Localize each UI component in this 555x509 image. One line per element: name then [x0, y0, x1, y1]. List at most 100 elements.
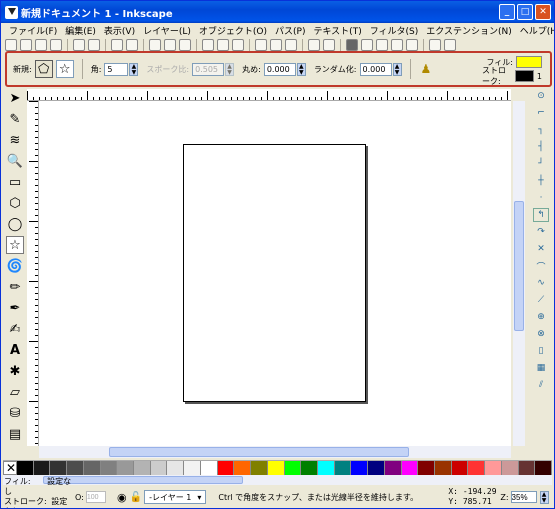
- snap-enable-icon[interactable]: ⌐: [533, 106, 549, 120]
- export-icon[interactable]: [88, 39, 100, 51]
- menu-item-1[interactable]: 編集(E): [61, 24, 100, 37]
- corners-input[interactable]: [104, 62, 129, 76]
- snap-center-icon[interactable]: ⊕: [533, 310, 549, 324]
- opacity-input[interactable]: [85, 491, 106, 503]
- new-document-icon[interactable]: [5, 39, 17, 51]
- xml-editor-icon[interactable]: [391, 39, 403, 51]
- selector-tool-icon[interactable]: ➤: [6, 89, 24, 107]
- title-bar[interactable]: 新規ドキュメント 1 - Inkscape _ □ ✕: [1, 1, 554, 23]
- star-mode-toggle[interactable]: ☆: [55, 60, 74, 78]
- palette-swatch[interactable]: [83, 461, 101, 475]
- zoom-page-icon[interactable]: [232, 39, 244, 51]
- menu-item-0[interactable]: ファイル(F): [5, 24, 61, 37]
- menu-item-3[interactable]: レイヤー(L): [139, 24, 195, 37]
- minimize-button[interactable]: _: [499, 4, 515, 20]
- corners-spinner[interactable]: ▲ ▼: [129, 62, 139, 76]
- snap-bbox-icon[interactable]: ┐: [533, 123, 549, 137]
- menu-item-7[interactable]: フィルタ(S): [366, 24, 423, 37]
- star-tool-icon[interactable]: ☆: [6, 236, 24, 254]
- zoom-selection-icon[interactable]: [202, 39, 214, 51]
- snap-guide-icon[interactable]: ⫽: [533, 378, 549, 392]
- palette-swatch[interactable]: [284, 461, 302, 475]
- eraser-tool-icon[interactable]: ▱: [6, 383, 24, 401]
- snap-grid-icon[interactable]: ▦: [533, 361, 549, 375]
- vertical-ruler[interactable]: [27, 101, 39, 446]
- ellipse-tool-icon[interactable]: ◯: [6, 215, 24, 233]
- palette-swatch[interactable]: [451, 461, 469, 475]
- snap-bbox-midpoint-icon[interactable]: ┼: [533, 174, 549, 188]
- align-icon[interactable]: [406, 39, 418, 51]
- 3d-box-tool-icon[interactable]: ⬡: [6, 194, 24, 212]
- redo-icon[interactable]: [126, 39, 138, 51]
- save-icon[interactable]: [35, 39, 47, 51]
- palette-swatch[interactable]: [134, 461, 151, 475]
- spiral-tool-icon[interactable]: 🌀: [6, 257, 24, 275]
- layer-selector[interactable]: -レイヤー 1 ▾: [144, 490, 207, 504]
- palette-swatch[interactable]: [67, 461, 84, 475]
- randomized-input[interactable]: [359, 62, 392, 76]
- snap-nodes-icon[interactable]: ↰: [533, 208, 549, 222]
- close-button[interactable]: ✕: [535, 4, 551, 20]
- spoke-ratio-input[interactable]: [192, 62, 225, 76]
- palette-swatch[interactable]: [334, 461, 352, 475]
- no-paint-swatch[interactable]: [3, 461, 17, 475]
- spoke-ratio-spinner[interactable]: ▲ ▼: [225, 62, 235, 76]
- undo-icon[interactable]: [111, 39, 123, 51]
- preferences-icon[interactable]: [429, 39, 441, 51]
- palette-swatch[interactable]: [33, 461, 51, 475]
- snap-rotation-center-icon[interactable]: ⊗: [533, 327, 549, 341]
- cut-icon[interactable]: [164, 39, 176, 51]
- reset-defaults-icon[interactable]: ♟: [421, 62, 432, 76]
- palette-swatch[interactable]: [368, 461, 385, 475]
- vertical-scroll-thumb[interactable]: [514, 201, 524, 331]
- snap-page-border-icon[interactable]: ▯: [533, 344, 549, 358]
- palette-swatch[interactable]: [501, 461, 519, 475]
- palette-swatch[interactable]: [301, 461, 318, 475]
- fill-swatch[interactable]: [516, 56, 542, 68]
- menu-item-6[interactable]: テキスト(T): [309, 24, 365, 37]
- rounded-spinner[interactable]: ▲ ▼: [296, 62, 306, 76]
- snap-smooth-node-icon[interactable]: ∿: [533, 276, 549, 290]
- zoom-drawing-icon[interactable]: [217, 39, 229, 51]
- palette-swatch[interactable]: [167, 461, 185, 475]
- group-icon[interactable]: [308, 39, 320, 51]
- tweak-tool-icon[interactable]: ≋: [6, 131, 24, 149]
- unlink-clone-icon[interactable]: [285, 39, 297, 51]
- zoom-fit-icon[interactable]: ⊙: [533, 89, 549, 103]
- zoom-tool-icon[interactable]: 🔍: [6, 152, 24, 170]
- palette-swatch[interactable]: [100, 461, 118, 475]
- rectangle-tool-icon[interactable]: ▭: [6, 173, 24, 191]
- polygon-mode-toggle[interactable]: ⬠: [34, 60, 53, 78]
- text-tool-icon[interactable]: A: [6, 341, 24, 359]
- print-icon[interactable]: [50, 39, 62, 51]
- palette-swatch[interactable]: [150, 461, 168, 475]
- ungroup-icon[interactable]: [323, 39, 335, 51]
- rounded-input[interactable]: [263, 62, 296, 76]
- document-properties-icon[interactable]: [444, 39, 456, 51]
- snap-bbox-center-icon[interactable]: ·: [533, 191, 549, 205]
- menu-item-2[interactable]: 表示(V): [100, 24, 139, 37]
- palette-swatch[interactable]: [50, 461, 68, 475]
- paint-bucket-tool-icon[interactable]: ⛁: [6, 404, 24, 422]
- snap-intersection-icon[interactable]: ✕: [533, 242, 549, 256]
- randomized-spinner[interactable]: ▲ ▼: [392, 62, 402, 76]
- pencil-tool-icon[interactable]: ✏: [6, 278, 24, 296]
- horizontal-scroll-thumb[interactable]: [109, 447, 409, 457]
- horizontal-ruler[interactable]: [27, 89, 511, 101]
- stroke-swatch[interactable]: [515, 70, 534, 82]
- layers-icon[interactable]: [376, 39, 388, 51]
- clone-icon[interactable]: [270, 39, 282, 51]
- palette-swatch[interactable]: [518, 461, 536, 475]
- palette-swatch[interactable]: [184, 461, 201, 475]
- calligraphy-tool-icon[interactable]: ✍: [6, 320, 24, 338]
- menu-item-8[interactable]: エクステンション(N): [422, 24, 516, 37]
- drawing-canvas[interactable]: [39, 101, 511, 446]
- node-tool-icon[interactable]: ✎: [6, 110, 24, 128]
- palette-swatch[interactable]: [234, 461, 252, 475]
- menu-item-9[interactable]: ヘルプ(H): [516, 24, 554, 37]
- palette-swatch[interactable]: [317, 461, 335, 475]
- palette-swatch[interactable]: [418, 461, 435, 475]
- import-icon[interactable]: [73, 39, 85, 51]
- spray-tool-icon[interactable]: ✱: [6, 362, 24, 380]
- snap-midpoint-icon[interactable]: ⟋: [533, 293, 549, 307]
